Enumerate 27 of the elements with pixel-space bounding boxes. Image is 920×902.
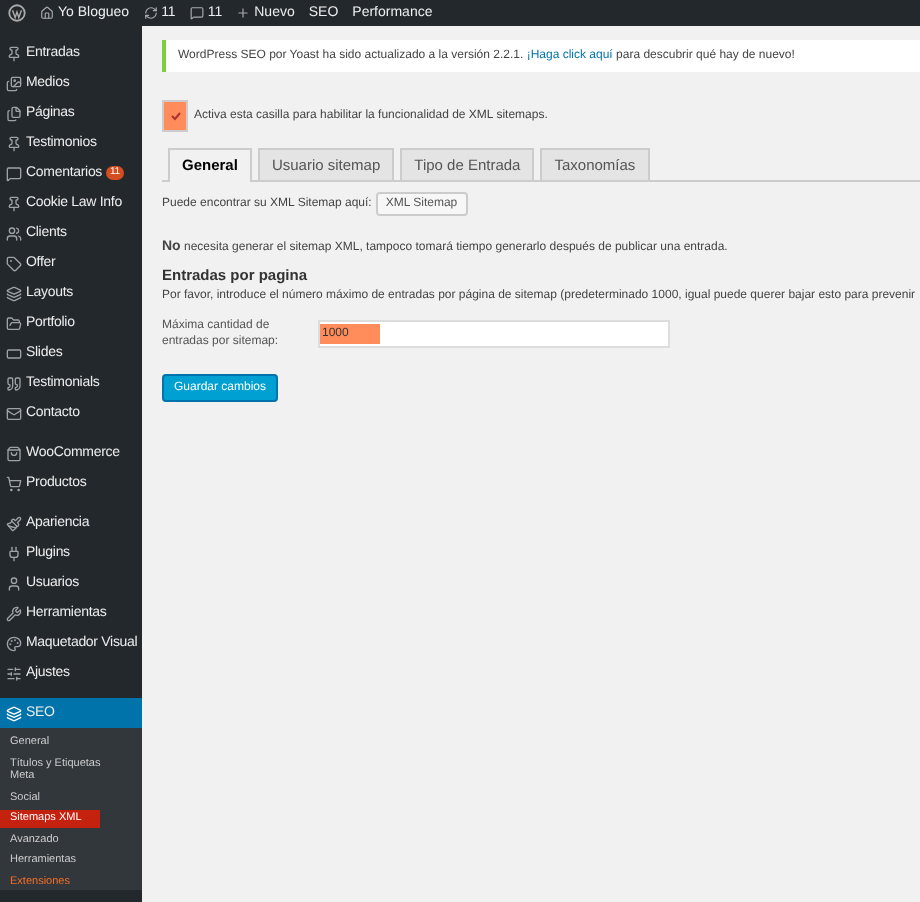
menu-icon (6, 45, 22, 61)
menu-icon (6, 545, 22, 561)
refresh-icon (143, 6, 158, 20)
menu-icon (6, 375, 22, 391)
comment-icon (189, 6, 204, 20)
menu-icon (6, 515, 22, 531)
menu-icon (6, 195, 22, 211)
menu-icon (6, 665, 22, 681)
wordpress-logo-icon[interactable] (8, 4, 26, 22)
menu-icon (6, 405, 22, 421)
menu-icon (6, 75, 22, 91)
menu-icon (6, 605, 22, 621)
plus-icon (236, 6, 251, 20)
menu-icon (6, 135, 22, 151)
menu-icon (6, 285, 22, 301)
menu-icon (6, 635, 22, 651)
menu-icon (6, 475, 22, 491)
menu-icon (6, 165, 22, 181)
menu-icon (6, 225, 22, 241)
menu-icon (6, 445, 22, 461)
menu-icon (6, 705, 22, 721)
checkmark-icon (169, 110, 181, 122)
menu-icon (6, 255, 22, 271)
checkbox[interactable] (162, 100, 188, 132)
menu-icon (6, 575, 22, 591)
menu-icon (6, 105, 22, 121)
home-icon (40, 6, 54, 20)
